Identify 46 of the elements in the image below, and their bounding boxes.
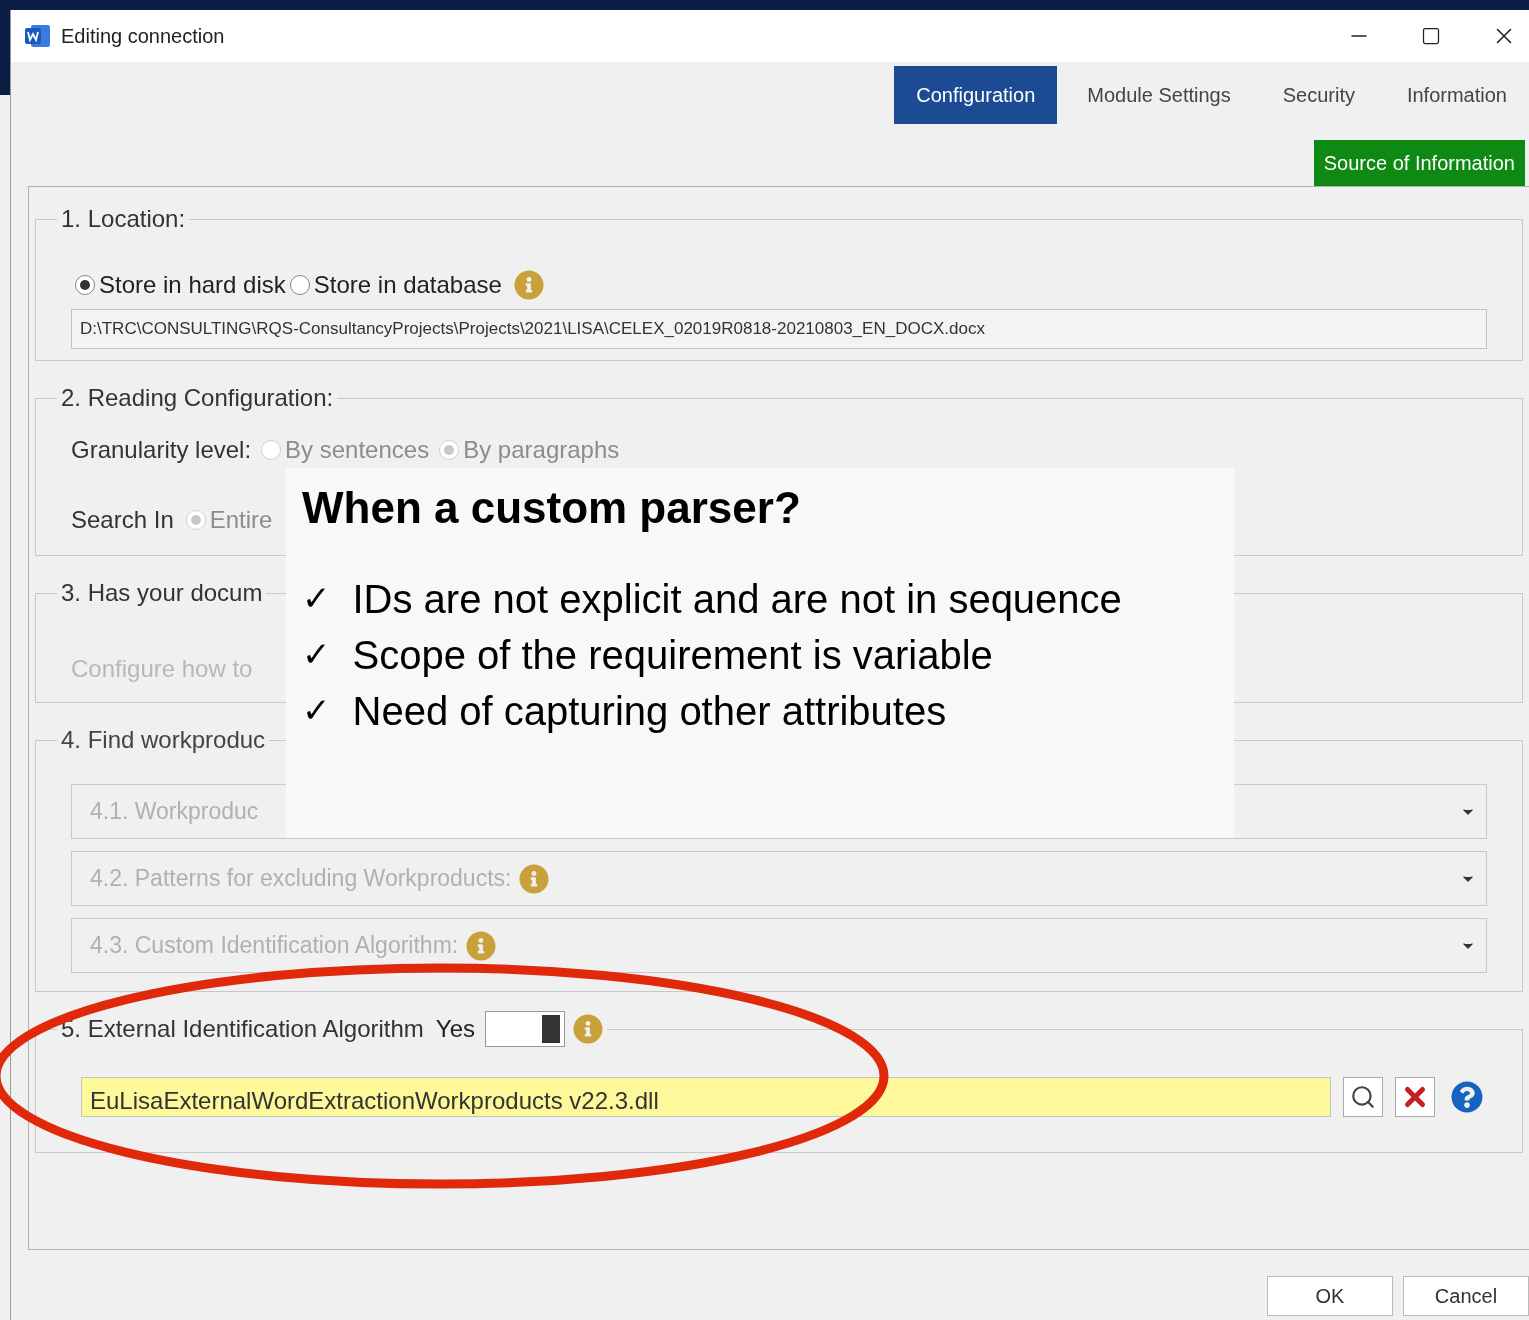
source-button[interactable]: Source of Information [1313,140,1525,186]
tab[interactable]: Configuration [894,66,1058,124]
callout-point: IDs are not explicit and are not in sequence [352,575,1122,623]
path-field[interactable]: D:\TRC\CONSULTING\RQS-ConsultancyProjects\Projects\2021\LISA\CELEX_02019R0818-20210803_EN_DOCX.docx [71,309,1487,349]
radio-label: Entire [209,505,273,535]
group-title: 4. Find workproduc [61,725,266,755]
callout-point: Need of capturing other attributes [352,687,947,735]
search-icon [1350,1084,1376,1110]
radio-button[interactable] [261,440,282,460]
radio-button[interactable] [439,440,460,460]
callout-point: Scope of the requirement is variable [352,631,993,679]
dialog-button[interactable]: Cancel [1403,1276,1529,1316]
dropdown-label: 4.3. Custom Identification Algorithm: [90,931,459,961]
check-mark: ✓ [302,577,331,620]
tab[interactable]: Information [1384,66,1529,124]
group-title: 3. Has your docum [61,578,263,608]
group-title: 1. Location: [61,204,186,234]
maximize-icon[interactable] [1421,26,1441,46]
tab[interactable]: Security [1260,66,1377,124]
check-mark: ✓ [302,689,331,732]
radio-label: Store in database [313,270,502,300]
dropdown-label: 4.2. Patterns for excluding Workproducts: [90,864,512,894]
help-icon [1451,1081,1483,1113]
info-icon [573,1014,603,1044]
radio-label: By paragraphs [463,435,620,465]
dropdown-label: 4.1. Workproduc [90,797,259,827]
radio-button[interactable] [75,275,95,295]
tab[interactable]: Module Settings [1065,66,1253,124]
document-icon [25,24,51,48]
radio-label: Store in hard disk [99,270,286,300]
search-in-label: Search In [71,505,174,535]
radio-label: By sentences [285,435,430,465]
callout-title: When a custom parser? [302,482,802,534]
granularity-label: Granularity level: [71,435,252,465]
dialog-button[interactable]: OK [1267,1276,1393,1316]
group-title: 2. Reading Configuration: [61,383,334,413]
search-button[interactable] [1343,1077,1383,1117]
check-mark: ✓ [302,633,331,676]
configure-label: Configure how to [71,655,253,682]
dll-file-field[interactable]: EuLisaExternalWordExtractionWorkproducts v22.3.dll [81,1077,1331,1117]
radio-button[interactable] [289,275,310,295]
window-title: Editing connection [61,24,225,49]
info-icon [513,270,544,300]
clear-button[interactable] [1395,1077,1435,1117]
radio-button[interactable] [185,510,206,530]
toggle-switch[interactable] [485,1011,565,1047]
